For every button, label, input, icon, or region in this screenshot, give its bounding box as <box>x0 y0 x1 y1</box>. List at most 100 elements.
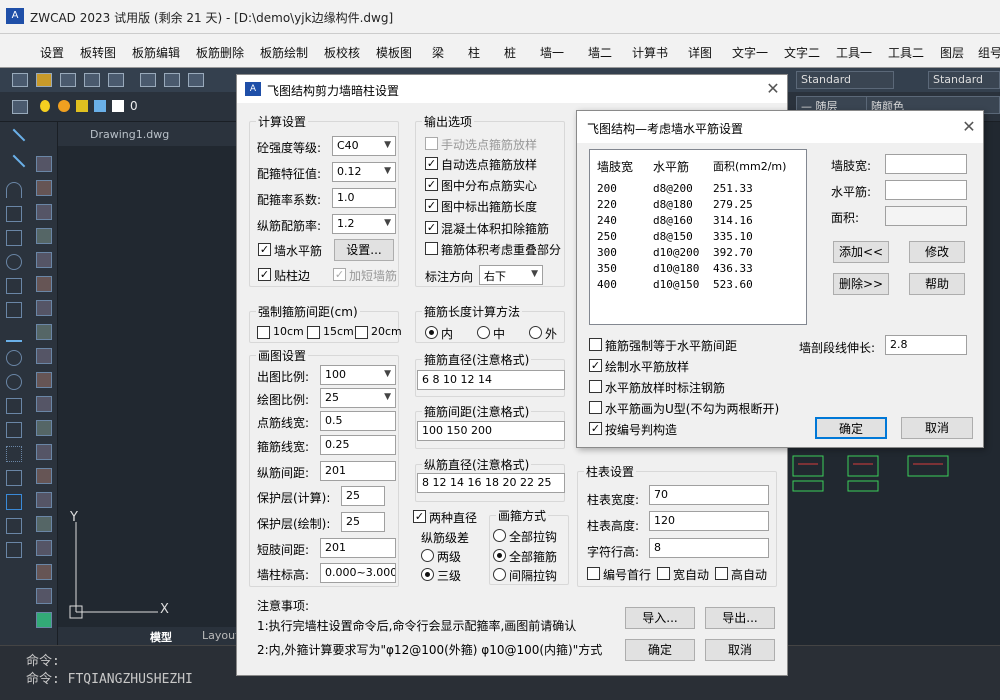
menu-item[interactable]: 板转图 <box>80 44 116 61</box>
menu-item[interactable]: 柱 <box>468 44 480 61</box>
table-width-input[interactable]: 70 <box>649 485 769 505</box>
overlap-checkbox[interactable] <box>425 242 438 255</box>
direction-select[interactable]: 右下 ▼ <box>479 265 543 285</box>
tool-icon[interactable] <box>36 348 52 364</box>
menu-item[interactable]: 板筋绘制 <box>260 44 308 61</box>
tool-icon[interactable] <box>36 300 52 316</box>
export-button[interactable]: 导出... <box>705 607 775 629</box>
new-file-icon[interactable] <box>12 73 28 87</box>
table-icon[interactable] <box>6 518 22 534</box>
delete-button[interactable]: 删除>> <box>833 273 889 295</box>
print-icon[interactable] <box>108 73 124 87</box>
circle-icon[interactable] <box>6 350 22 366</box>
save-as-icon[interactable] <box>84 73 100 87</box>
spacing-15-checkbox[interactable] <box>307 326 320 339</box>
horiz-bar-input[interactable] <box>885 180 967 200</box>
tool-icon[interactable] <box>36 276 52 292</box>
menu-item[interactable]: 图层 <box>940 44 964 61</box>
stirrup-spacing-input[interactable]: 100 150 200 <box>417 421 565 441</box>
publish-icon[interactable] <box>188 73 204 87</box>
drawing-tab[interactable]: Drawing1.dwg <box>66 126 216 144</box>
ok-button[interactable]: 确定 <box>625 639 695 661</box>
extension-input[interactable]: 2.8 <box>885 335 967 355</box>
menu-item[interactable]: 计算书 <box>632 44 668 61</box>
line-icon[interactable] <box>2 128 26 152</box>
interval-hooks-radio[interactable] <box>493 568 506 581</box>
region-icon[interactable] <box>6 494 22 510</box>
out-scale-select[interactable]: 100 ▼ <box>320 365 396 385</box>
tool-icon[interactable] <box>36 156 52 172</box>
menu-item[interactable]: 模板图 <box>376 44 412 61</box>
arc-icon[interactable] <box>6 182 22 198</box>
model-tab[interactable]: 模型 <box>150 629 172 645</box>
stirrup-width-input[interactable]: 0.25 <box>320 435 396 455</box>
tool-icon[interactable] <box>36 396 52 412</box>
cover-calc-input[interactable]: 25 <box>341 486 385 506</box>
layout-tab[interactable]: Layout <box>202 629 239 642</box>
rectangle-icon[interactable] <box>6 230 22 246</box>
sun-icon[interactable] <box>58 100 70 112</box>
auto-stirrup-checkbox[interactable]: ✓ <box>425 157 438 170</box>
tool-icon[interactable] <box>36 180 52 196</box>
tool-icon[interactable] <box>36 588 52 604</box>
plot-icon[interactable] <box>140 73 156 87</box>
three-grade-radio[interactable] <box>421 568 434 581</box>
auto-height-checkbox[interactable] <box>715 567 728 580</box>
modify-button[interactable]: 修改 <box>909 241 965 263</box>
polygon-icon[interactable] <box>6 206 22 222</box>
cover-draw-input[interactable]: 25 <box>341 512 385 532</box>
all-hooks-radio[interactable] <box>493 529 506 542</box>
tool-icon[interactable] <box>36 564 52 580</box>
mtext-icon[interactable] <box>6 542 22 558</box>
deduct-stirrup-checkbox[interactable]: ✓ <box>425 221 438 234</box>
lock-icon[interactable] <box>76 100 88 112</box>
number-first-checkbox[interactable] <box>587 567 600 580</box>
save-icon[interactable] <box>60 73 76 87</box>
menu-item[interactable]: 详图 <box>688 44 712 61</box>
menu-item[interactable]: 板筋编辑 <box>132 44 180 61</box>
settings-button[interactable]: 设置... <box>334 239 394 261</box>
cloud-icon[interactable] <box>6 302 22 318</box>
middle-radio[interactable] <box>477 326 490 339</box>
point-icon[interactable] <box>6 446 22 462</box>
menu-item[interactable]: 板校核 <box>324 44 360 61</box>
two-grade-radio[interactable] <box>421 549 434 562</box>
tool-icon[interactable] <box>36 468 52 484</box>
stirrup-ratio-input[interactable]: 1.0 <box>332 188 396 208</box>
text-style-dropdown[interactable]: Standard <box>796 71 894 89</box>
help-button[interactable]: 帮助 <box>909 273 965 295</box>
wall-horiz-checkbox[interactable]: ✓ <box>258 243 271 256</box>
menu-item[interactable]: 设置 <box>40 44 64 61</box>
menu-item[interactable]: 文字一 <box>732 44 768 61</box>
inner-radio[interactable] <box>425 326 438 339</box>
mark-bars-checkbox[interactable] <box>589 380 602 393</box>
mark-length-checkbox[interactable]: ✓ <box>425 199 438 212</box>
concrete-grade-select[interactable]: C40 ▼ <box>332 136 396 156</box>
long-dia-input[interactable]: 8 12 14 16 18 20 22 25 <box>417 473 565 493</box>
add-button[interactable]: 添加<< <box>833 241 889 263</box>
open-folder-icon[interactable] <box>36 73 52 87</box>
draw-horiz-checkbox[interactable]: ✓ <box>589 359 602 372</box>
tool-icon[interactable] <box>36 204 52 220</box>
tool-icon[interactable] <box>36 492 52 508</box>
spline-icon[interactable] <box>6 278 22 294</box>
all-stirrups-radio[interactable] <box>493 549 506 562</box>
close-icon[interactable]: ✕ <box>959 117 979 137</box>
sub-cancel-button[interactable]: 取消 <box>901 417 973 439</box>
close-icon[interactable]: ✕ <box>763 79 783 99</box>
xline-icon[interactable] <box>2 154 26 178</box>
draw-scale-select[interactable]: 25 ▼ <box>320 388 396 408</box>
menu-item[interactable]: 工具一 <box>836 44 872 61</box>
limb-width-input[interactable] <box>885 154 967 174</box>
tool-icon[interactable] <box>36 228 52 244</box>
solid-dots-checkbox[interactable]: ✓ <box>425 178 438 191</box>
dim-style-dropdown[interactable]: Standard <box>928 71 1000 89</box>
spacing-20-checkbox[interactable] <box>355 326 368 339</box>
tool-icon[interactable] <box>36 420 52 436</box>
bar-table[interactable]: 墙肢宽 水平筋 面积(mm2/m) 200 d8@200 251.33 220 … <box>589 149 807 325</box>
dot-width-input[interactable]: 0.5 <box>320 411 396 431</box>
block-icon[interactable] <box>6 422 22 438</box>
by-number-checkbox[interactable]: ✓ <box>589 422 602 435</box>
long-spacing-input[interactable]: 201 <box>320 461 396 481</box>
row-height-input[interactable]: 8 <box>649 538 769 558</box>
